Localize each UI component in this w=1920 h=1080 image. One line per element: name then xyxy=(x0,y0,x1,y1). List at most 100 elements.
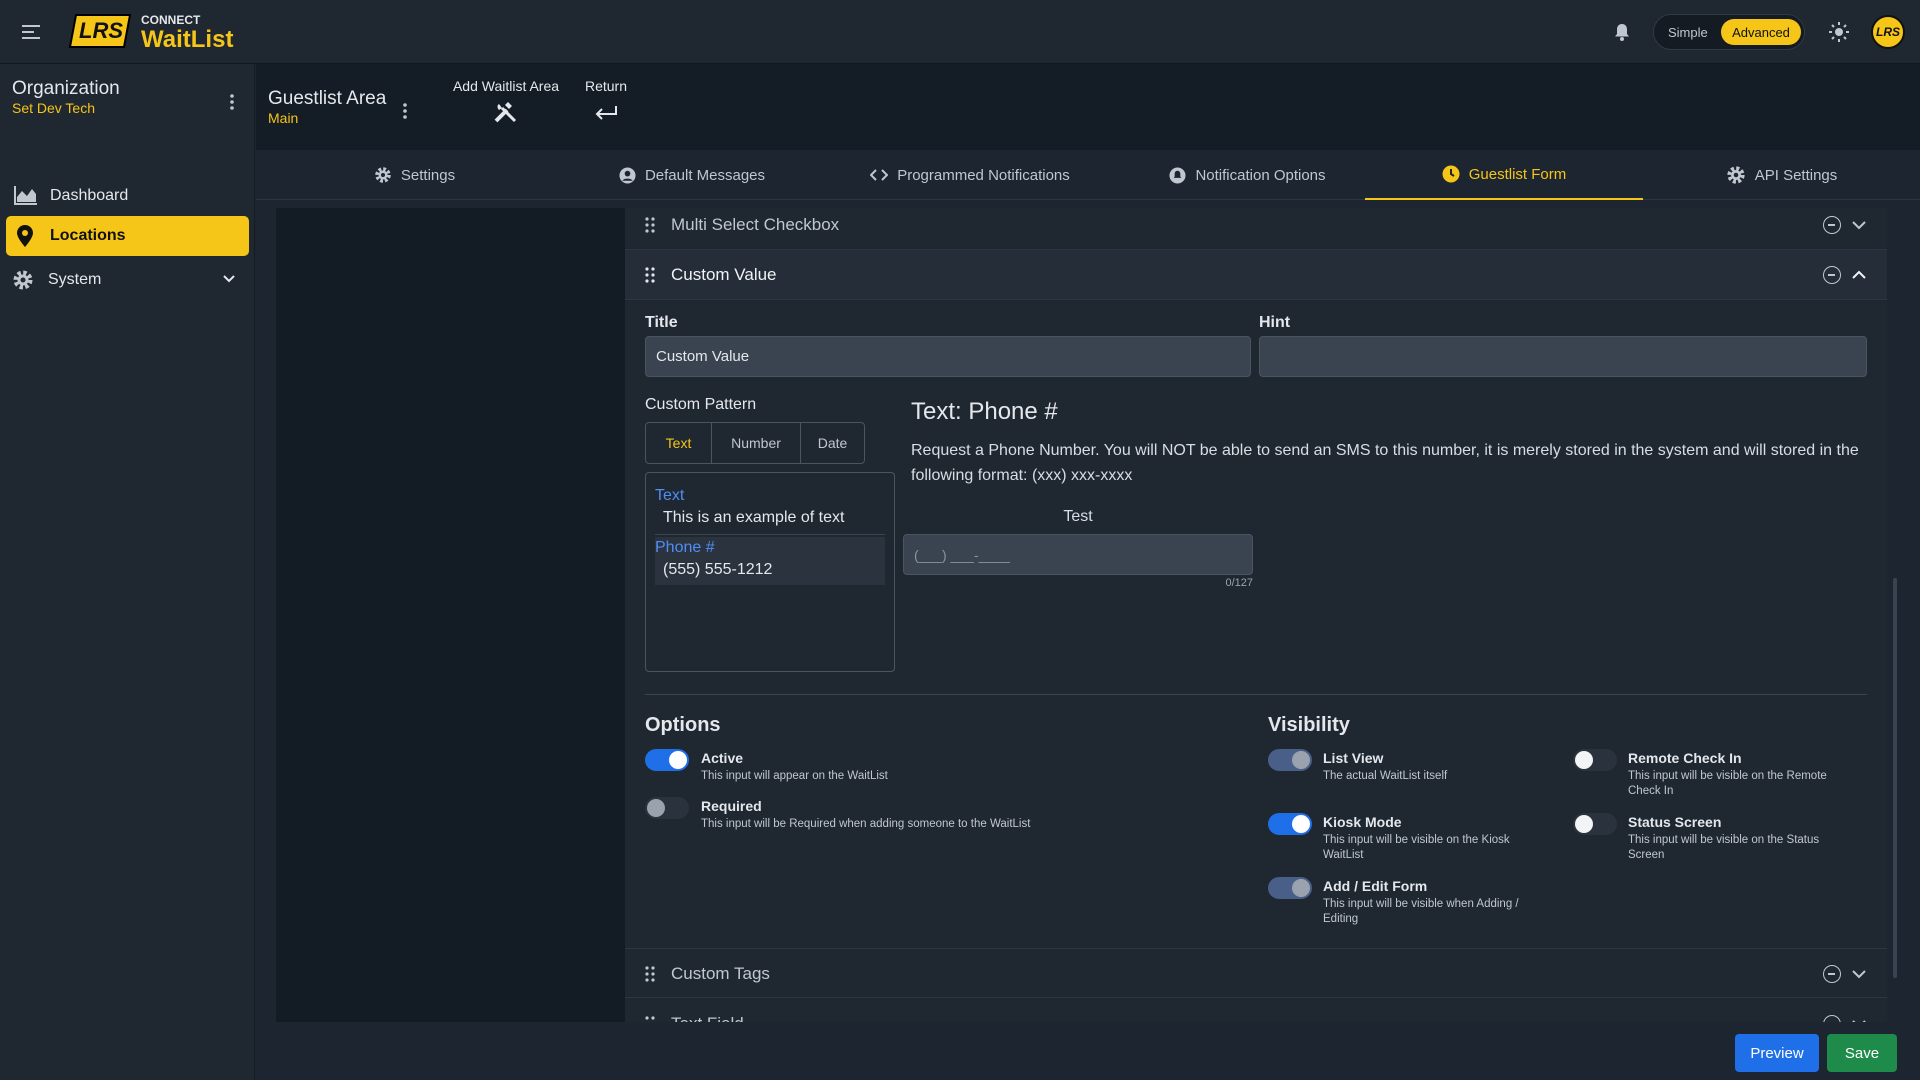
chevron-down-icon[interactable] xyxy=(1851,966,1867,982)
add-edit-form-toggle[interactable] xyxy=(1268,877,1312,899)
area-header: Guestlist Area Main Add Waitlist Area Re… xyxy=(256,64,1920,150)
remove-circle-icon[interactable] xyxy=(1823,1015,1841,1022)
add-waitlist-area-label: Add Waitlist Area xyxy=(452,78,560,94)
brand-name: WaitList xyxy=(141,26,234,53)
tab-notification-options[interactable]: Notification Options xyxy=(1109,150,1386,200)
hint-label: Hint xyxy=(1259,314,1291,331)
tab-settings[interactable]: Settings xyxy=(276,150,553,200)
preview-button[interactable]: Preview xyxy=(1735,1034,1819,1072)
hint-input[interactable] xyxy=(1259,336,1867,377)
pattern-example: (555) 555-1212 xyxy=(663,561,773,578)
test-input[interactable]: (___) ___-____ xyxy=(903,534,1253,575)
drag-handle-icon[interactable] xyxy=(645,217,655,233)
brand-small: CONNECT xyxy=(141,13,201,27)
tab-api-settings[interactable]: API Settings xyxy=(1643,150,1920,200)
pattern-type-tabs: Text Number Date xyxy=(645,422,865,464)
option-desc: This input will be visible on the Remote… xyxy=(1628,770,1827,797)
list-view-toggle[interactable] xyxy=(1268,749,1312,771)
sun-icon[interactable] xyxy=(1827,20,1851,44)
area-title: Guestlist Area xyxy=(268,88,387,109)
drag-handle-icon[interactable] xyxy=(645,267,655,283)
required-toggle[interactable] xyxy=(645,797,689,819)
remove-circle-icon[interactable] xyxy=(1823,266,1841,284)
org-title: Organization xyxy=(12,78,120,99)
menu-icon[interactable] xyxy=(20,20,44,44)
kiosk-mode-toggle[interactable] xyxy=(1268,813,1312,835)
area-kebab-icon[interactable] xyxy=(398,100,412,122)
kebab-icon[interactable] xyxy=(222,90,242,114)
drag-handle-icon[interactable] xyxy=(645,966,655,982)
option-title: Status Screen xyxy=(1628,814,1722,830)
tab-bar: Settings Default Messages Programmed Not… xyxy=(256,150,1920,200)
tab-label: Settings xyxy=(400,166,456,184)
option-desc: This input will be visible when Adding /… xyxy=(1323,898,1519,925)
preview-description: Request a Phone Number. You will NOT be … xyxy=(911,442,1859,484)
sidebar-item-label: Dashboard xyxy=(50,187,129,204)
tab-label: API Settings xyxy=(1754,166,1838,184)
option-title: Active xyxy=(701,750,744,766)
clock-icon xyxy=(1442,165,1460,183)
pattern-tab-number[interactable]: Number xyxy=(712,423,801,463)
pattern-tab-text[interactable]: Text xyxy=(646,423,712,463)
accordion-custom-value[interactable]: Custom Value xyxy=(625,250,1887,300)
tab-programmed-notifications[interactable]: Programmed Notifications xyxy=(831,150,1109,200)
mode-simple[interactable]: Simple xyxy=(1668,25,1708,40)
accordion-multi-select[interactable]: Multi Select Checkbox xyxy=(625,208,1887,250)
chevron-down-icon[interactable] xyxy=(1851,217,1867,233)
bell-circle-icon xyxy=(1169,166,1186,184)
scrollbar[interactable] xyxy=(1892,208,1898,1022)
option-desc: This input will be visible on the Status… xyxy=(1628,834,1820,861)
option-title: List View xyxy=(1323,750,1384,766)
remote-check-in-toggle[interactable] xyxy=(1573,749,1617,771)
test-label: Test xyxy=(1063,508,1093,525)
user-circle-icon xyxy=(619,166,636,184)
scrollbar-thumb[interactable] xyxy=(1893,578,1897,978)
pattern-name: Phone # xyxy=(655,539,715,556)
pattern-item-text[interactable]: Text This is an example of text xyxy=(655,479,885,535)
remove-circle-icon[interactable] xyxy=(1823,965,1841,983)
title-input[interactable]: Custom Value xyxy=(645,336,1251,377)
preview-title: Text: Phone # xyxy=(911,398,1058,425)
chevron-down-icon[interactable] xyxy=(222,272,236,291)
option-title: Kiosk Mode xyxy=(1323,814,1402,830)
mode-advanced[interactable]: Advanced xyxy=(1721,19,1801,45)
option-title: Required xyxy=(701,798,762,814)
gear-icon xyxy=(1727,166,1745,184)
tab-label: Notification Options xyxy=(1195,166,1326,184)
accordion-title: Custom Tags xyxy=(671,964,770,983)
active-toggle[interactable] xyxy=(645,749,689,771)
sidebar-item-locations[interactable]: Locations xyxy=(6,216,249,256)
option-title: Add / Edit Form xyxy=(1323,878,1428,894)
gear-icon xyxy=(12,269,34,296)
tab-label: Programmed Notifications xyxy=(897,166,1070,184)
option-desc: This input will be visible on the Kiosk … xyxy=(1323,834,1510,861)
sidebar-item-label: System xyxy=(48,271,102,288)
sidebar: Organization Set Dev Tech Dashboard Loca… xyxy=(0,64,255,1080)
option-desc: The actual WaitList itself xyxy=(1323,770,1448,782)
return-button[interactable]: Return xyxy=(576,78,636,138)
logo-text: LRS xyxy=(79,18,123,43)
mode-toggle[interactable]: Simple Advanced xyxy=(1653,14,1805,50)
remove-circle-icon[interactable] xyxy=(1823,216,1841,234)
chart-area-icon xyxy=(14,185,38,210)
chevron-up-icon[interactable] xyxy=(1851,267,1867,283)
status-screen-toggle[interactable] xyxy=(1573,813,1617,835)
form-editor-panel: Multi Select Checkbox Custom Value Title… xyxy=(625,208,1887,1022)
brand-logo[interactable]: LRS xyxy=(68,13,132,49)
tab-guestlist-form[interactable]: Guestlist Form xyxy=(1365,150,1643,200)
avatar[interactable]: LRS xyxy=(1871,15,1905,49)
accordion-text-field[interactable]: Text Field xyxy=(625,999,1887,1022)
add-waitlist-area-button[interactable]: Add Waitlist Area xyxy=(441,78,571,138)
code-icon xyxy=(870,169,889,181)
tab-default-messages[interactable]: Default Messages xyxy=(553,150,831,200)
accordion-custom-tags[interactable]: Custom Tags xyxy=(625,948,1887,998)
accordion-title: Text Field xyxy=(671,1014,744,1022)
pattern-item-phone[interactable]: Phone # (555) 555-1212 xyxy=(655,537,885,585)
sidebar-item-system[interactable]: System xyxy=(6,260,249,300)
pattern-tab-date[interactable]: Date xyxy=(801,423,864,463)
bell-icon[interactable] xyxy=(1610,20,1634,44)
sidebar-item-dashboard[interactable]: Dashboard xyxy=(6,176,249,216)
save-button[interactable]: Save xyxy=(1827,1034,1897,1072)
tab-label: Guestlist Form xyxy=(1468,165,1567,183)
char-counter: 0/127 xyxy=(1225,577,1253,589)
